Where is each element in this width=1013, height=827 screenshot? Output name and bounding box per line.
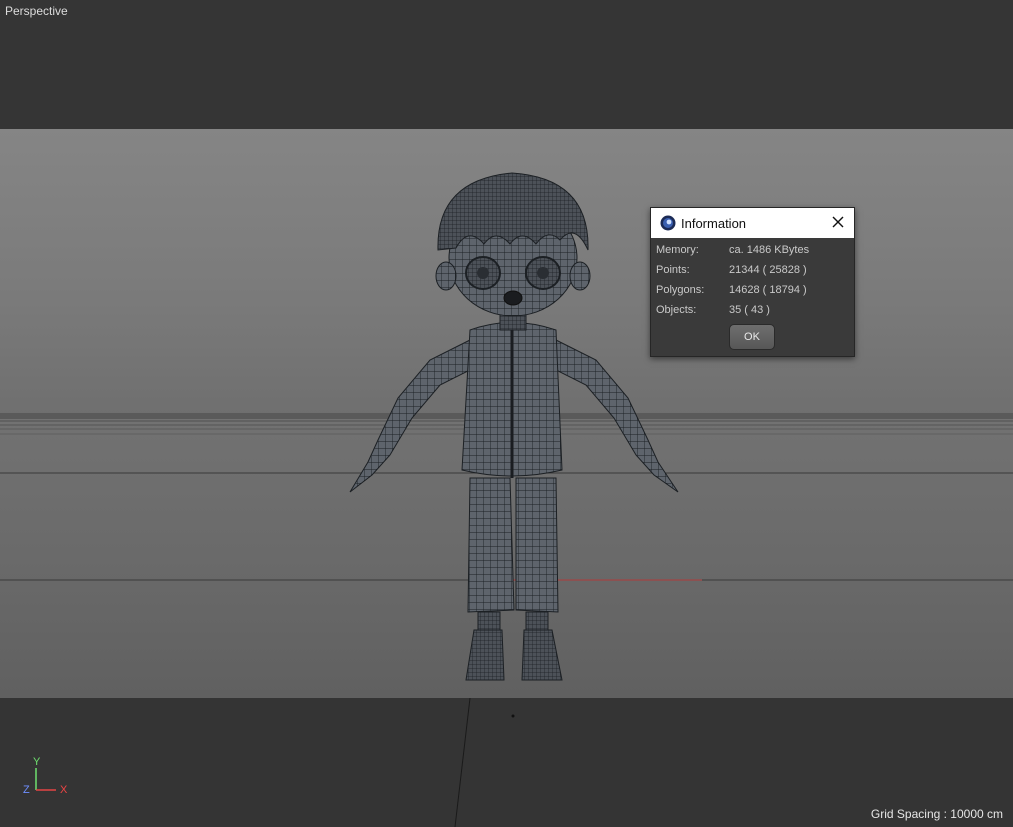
axis-y-label: Y [33, 756, 41, 768]
left-boot [465, 629, 505, 681]
points-value: 21344 ( 25828 ) [729, 264, 807, 276]
information-dialog[interactable]: Information Memory: ca. 1486 KBytes Poin… [650, 207, 855, 357]
right-shin [525, 611, 549, 633]
polygons-label: Polygons: [656, 284, 705, 296]
character-model[interactable] [349, 172, 679, 681]
ok-button[interactable]: OK [729, 324, 775, 350]
polygons-value: 14628 ( 18794 ) [729, 284, 807, 296]
memory-label: Memory: [656, 244, 699, 256]
objects-value: 35 ( 43 ) [729, 304, 770, 316]
axis-z-label: Z [23, 784, 30, 796]
axis-x-label: X [60, 784, 68, 796]
viewport-label[interactable]: Perspective [5, 4, 68, 18]
right-ear [569, 261, 591, 291]
points-label: Points: [656, 264, 690, 276]
left-ear [435, 261, 457, 291]
memory-value: ca. 1486 KBytes [729, 244, 810, 256]
axis-gizmo: Y Z X [20, 756, 80, 800]
left-pant-leg [467, 477, 515, 613]
objects-label: Objects: [656, 304, 697, 316]
left-shin [477, 611, 501, 633]
grid-spacing-label: Grid Spacing : 10000 cm [870, 807, 1003, 821]
close-icon[interactable] [829, 213, 847, 231]
scene-canvas [0, 172, 1013, 827]
right-pant-leg [515, 477, 559, 613]
right-boot [521, 629, 563, 681]
dialog-title-bar[interactable]: Information [651, 208, 854, 238]
dialog-title: Information [681, 216, 747, 231]
cinema4d-logo-icon [660, 215, 676, 231]
mouth [503, 290, 523, 306]
perspective-viewport[interactable]: Perspective Grid Spacing : 10000 cm Y Z … [0, 0, 1013, 827]
